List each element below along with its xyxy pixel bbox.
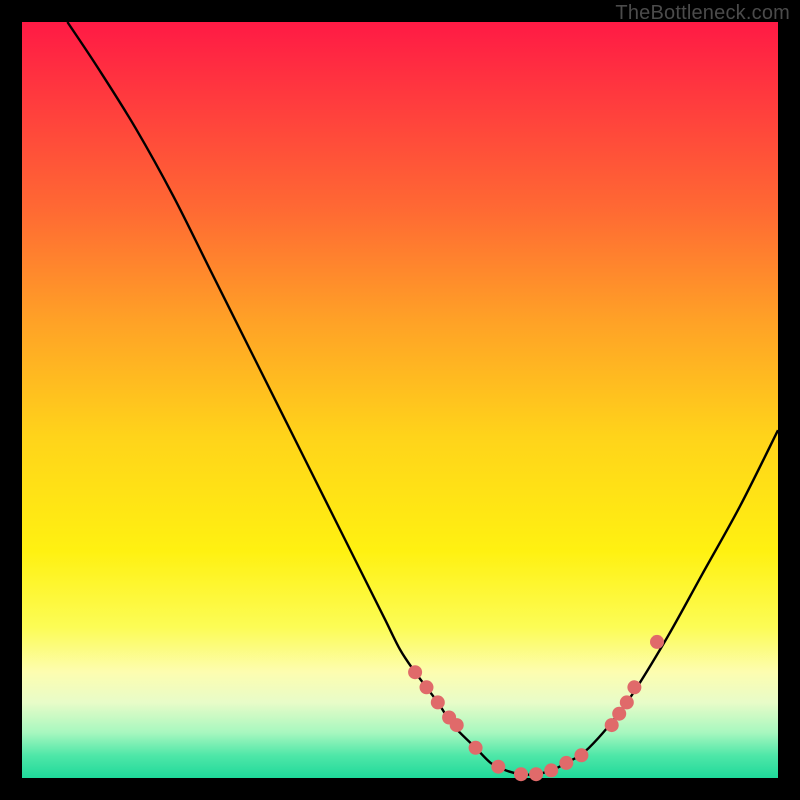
curve-dot	[529, 767, 543, 781]
curve-dot	[574, 748, 588, 762]
curve-dot	[514, 767, 528, 781]
curve-dot	[431, 695, 445, 709]
curve-dot	[627, 680, 641, 694]
curve-dot	[544, 763, 558, 777]
curve-dot	[650, 635, 664, 649]
curve-dot	[420, 680, 434, 694]
chart-svg	[22, 22, 778, 778]
chart-stage: TheBottleneck.com	[0, 0, 800, 800]
curve-dot	[408, 665, 422, 679]
curve-dot	[450, 718, 464, 732]
curve-dot	[559, 756, 573, 770]
curve-dot	[469, 741, 483, 755]
chart-plot-area	[22, 22, 778, 778]
curve-dot	[491, 760, 505, 774]
curve-dot	[620, 695, 634, 709]
watermark-label: TheBottleneck.com	[615, 2, 790, 25]
bottleneck-curve	[67, 22, 778, 775]
curve-dot	[605, 718, 619, 732]
curve-dots-group	[408, 635, 664, 781]
